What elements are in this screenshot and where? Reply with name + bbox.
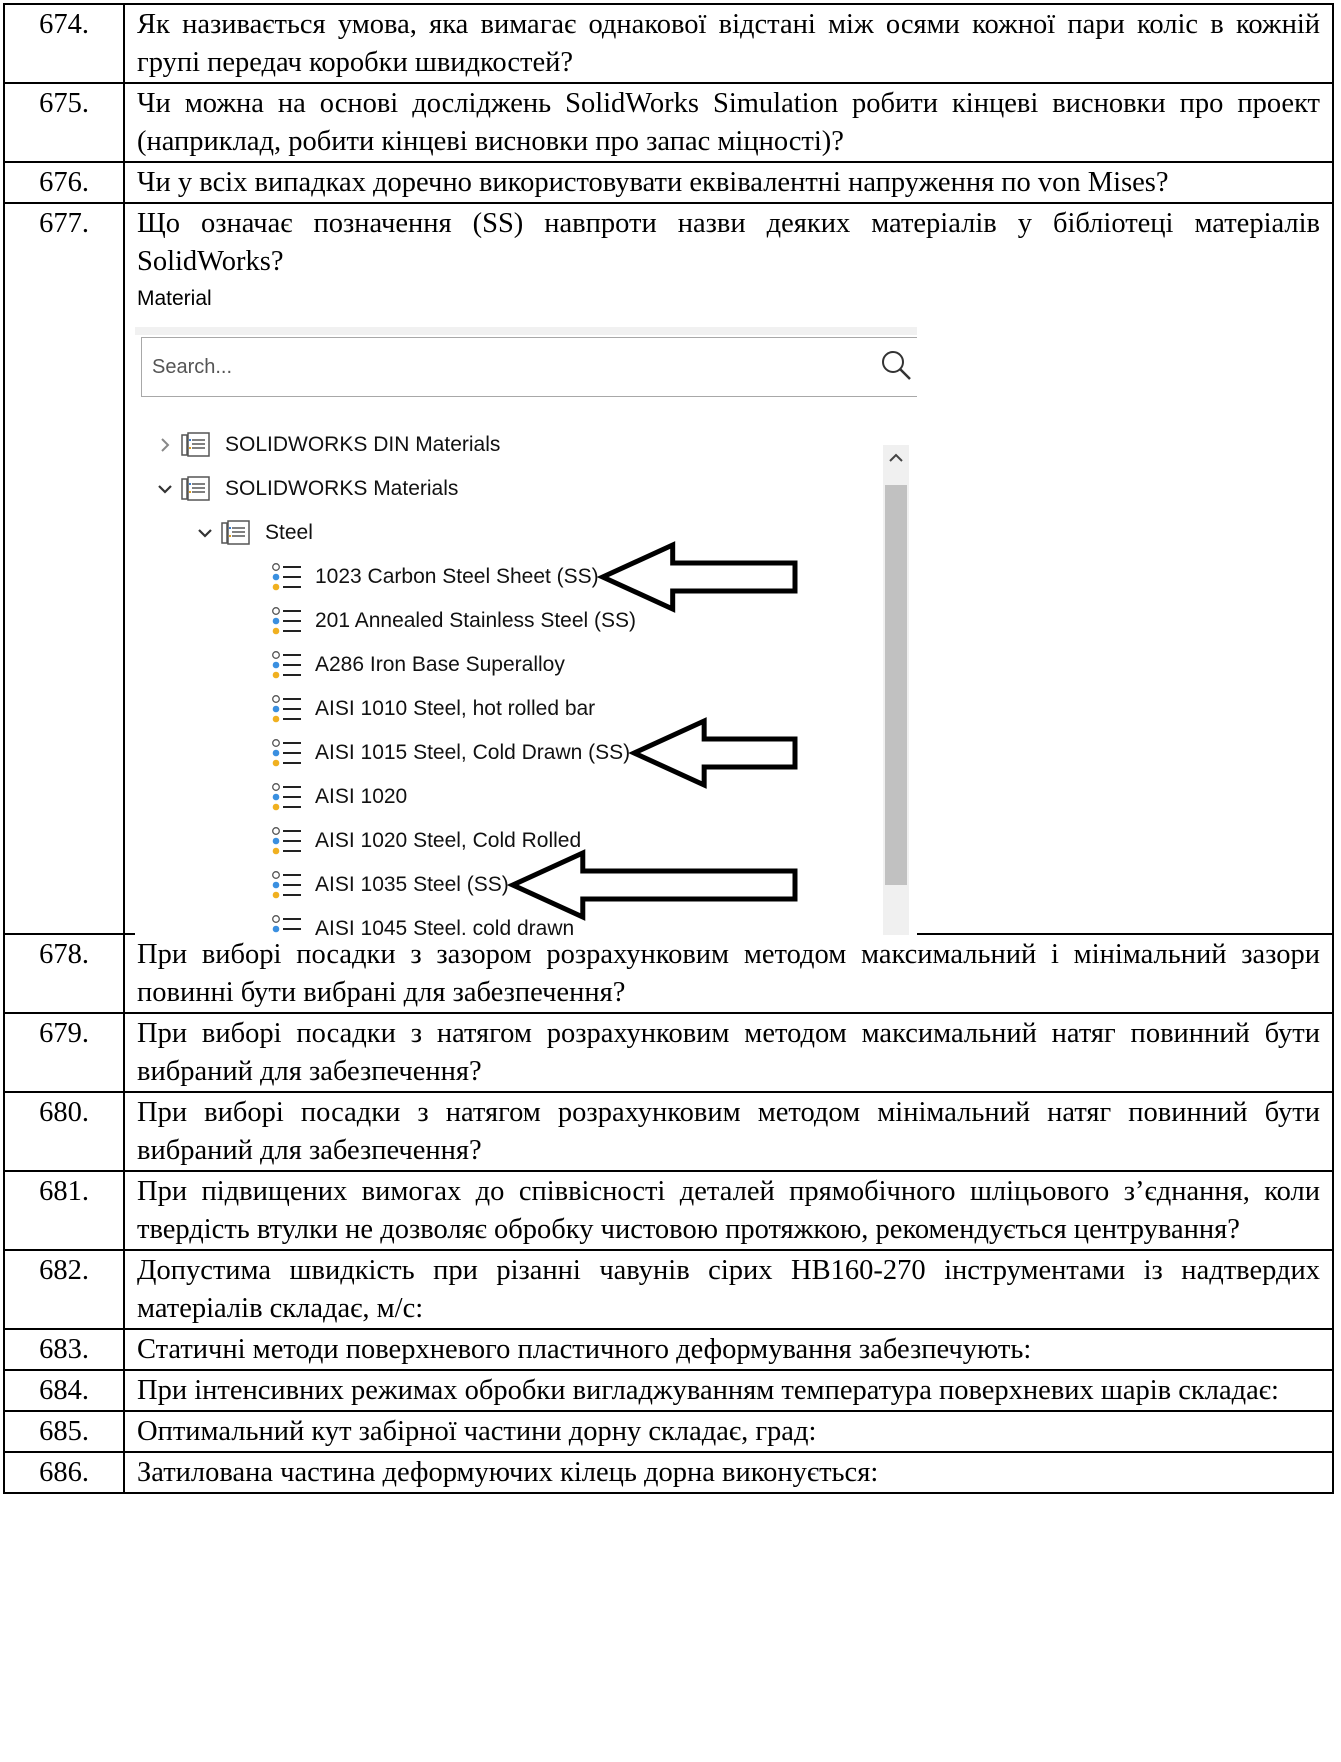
scrollbar-thumb[interactable] — [885, 485, 907, 885]
question-number: 681. — [3, 1170, 125, 1251]
tree-item-label: AISI 1020 — [315, 785, 408, 808]
question-number: 684. — [3, 1369, 125, 1412]
question-cell: Що означає позначення (SS) навпроти назв… — [123, 202, 1334, 935]
tree-item-label: Steel — [265, 521, 313, 544]
search-placeholder: Search... — [152, 356, 233, 378]
tree-item-label: AISI 1020 Steel, Cold Rolled — [315, 829, 582, 852]
chevron-down-icon[interactable] — [193, 526, 217, 540]
tree-item[interactable]: AISI 1045 Steel, cold drawn — [267, 909, 574, 935]
question-text: При інтенсивних режимах обробки вигладжу… — [123, 1369, 1334, 1412]
question-text: Чи можна на основі досліджень SolidWorks… — [123, 82, 1334, 163]
tree-item-label: AISI 1010 Steel, hot rolled bar — [315, 697, 596, 720]
table-row: 686. Затилована частина деформуючих кіле… — [3, 1451, 1334, 1494]
library-icon — [221, 518, 255, 548]
question-number: 686. — [3, 1451, 125, 1494]
material-label: Material — [137, 287, 212, 310]
question-text: При виборі посадки з натягом розрахунков… — [123, 1091, 1334, 1172]
questions-table: 674. Як називається умова, яка вимагає о… — [3, 3, 1334, 1494]
question-text: При виборі посадки з натягом розрахунков… — [123, 1012, 1334, 1093]
table-row: 680. При виборі посадки з натягом розрах… — [3, 1091, 1334, 1172]
tree-item-label: SOLIDWORKS DIN Materials — [225, 433, 501, 456]
table-row: 679. При виборі посадки з натягом розрах… — [3, 1012, 1334, 1093]
library-icon — [181, 430, 215, 460]
material-icon — [271, 826, 305, 856]
tree-item-label: AISI 1015 Steel, Cold Drawn (SS) — [315, 741, 631, 764]
table-row: 683. Статичні методи поверхневого пласти… — [3, 1328, 1334, 1371]
question-number: 675. — [3, 82, 125, 163]
table-row: 678. При виборі посадки з зазором розрах… — [3, 933, 1334, 1014]
material-icon — [271, 738, 305, 768]
tree-item[interactable]: AISI 1010 Steel, hot rolled bar — [267, 689, 595, 729]
annotation-arrow — [628, 717, 798, 789]
tree-item-label: A286 Iron Base Superalloy — [315, 653, 565, 676]
question-text: Оптимальний кут забірної частини дорну с… — [123, 1410, 1334, 1453]
table-row: 682. Допустима швидкість при різанні чав… — [3, 1249, 1334, 1330]
question-number: 682. — [3, 1249, 125, 1330]
panel-top-strip — [135, 327, 917, 335]
question-text: Допустима швидкість при різанні чавунів … — [123, 1249, 1334, 1330]
tree-item[interactable]: 201 Annealed Stainless Steel (SS) — [267, 601, 636, 641]
table-row: 675. Чи можна на основі досліджень Solid… — [3, 82, 1334, 163]
material-icon — [271, 650, 305, 680]
material-icon — [271, 606, 305, 636]
tree-item[interactable]: AISI 1020 — [267, 777, 407, 817]
chevron-right-icon[interactable] — [153, 437, 177, 453]
table-row: 677. Що означає позначення (SS) навпроти… — [3, 202, 1334, 935]
question-text: Затилована частина деформуючих кілець до… — [123, 1451, 1334, 1494]
question-text: Чи у всіх випадках доречно використовува… — [123, 161, 1334, 204]
tree-item-label: 1023 Carbon Steel Sheet (SS) — [315, 565, 599, 588]
table-row: 685. Оптимальний кут забірної частини до… — [3, 1410, 1334, 1453]
tree-item[interactable]: AISI 1035 Steel (SS) — [267, 865, 509, 905]
material-icon — [271, 782, 305, 812]
material-icon — [271, 870, 305, 900]
question-number: 679. — [3, 1012, 125, 1093]
tree-item[interactable]: Steel — [193, 513, 313, 553]
table-row: 674. Як називається умова, яка вимагає о… — [3, 3, 1334, 84]
tree-item-label: AISI 1035 Steel (SS) — [315, 873, 509, 896]
question-number: 678. — [3, 933, 125, 1014]
tree-item-label: SOLIDWORKS Materials — [225, 477, 459, 500]
question-number: 676. — [3, 161, 125, 204]
material-icon — [271, 914, 305, 935]
tree-item[interactable]: AISI 1015 Steel, Cold Drawn (SS) — [267, 733, 630, 773]
annotation-arrow — [596, 541, 798, 613]
tree-item[interactable]: SOLIDWORKS DIN Materials — [153, 425, 500, 465]
material-library-screenshot: Search... SOLIDWORKS DIN Materials SOLIDW… — [135, 327, 917, 935]
question-number: 685. — [3, 1410, 125, 1453]
chevron-down-icon[interactable] — [153, 482, 177, 496]
material-icon — [271, 694, 305, 724]
search-input[interactable]: Search... — [141, 337, 917, 397]
table-row: 681. При підвищених вимогах до співвісно… — [3, 1170, 1334, 1251]
question-number: 674. — [3, 3, 125, 84]
annotation-arrow — [506, 849, 798, 921]
question-text: Як називається умова, яка вимагає однако… — [123, 3, 1334, 84]
question-text: Статичні методи поверхневого пластичного… — [123, 1328, 1334, 1371]
search-icon[interactable] — [879, 348, 915, 384]
question-number: 680. — [3, 1091, 125, 1172]
tree-item[interactable]: SOLIDWORKS Materials — [153, 469, 458, 509]
tree-item-label: 201 Annealed Stainless Steel (SS) — [315, 609, 637, 632]
library-icon — [181, 474, 215, 504]
tree-item[interactable]: A286 Iron Base Superalloy — [267, 645, 565, 685]
table-row: 684. При інтенсивних режимах обробки виг… — [3, 1369, 1334, 1412]
tree-item[interactable]: AISI 1020 Steel, Cold Rolled — [267, 821, 581, 861]
question-text: При підвищених вимогах до співвісності д… — [123, 1170, 1334, 1251]
question-number: 683. — [3, 1328, 125, 1371]
question-text: При виборі посадки з зазором розрахунков… — [123, 933, 1334, 1014]
tree-item-label: AISI 1045 Steel, cold drawn — [315, 917, 575, 935]
question-number: 677. — [3, 202, 125, 935]
table-row: 676. Чи у всіх випадках доречно використ… — [3, 161, 1334, 204]
tree-item[interactable]: 1023 Carbon Steel Sheet (SS) — [267, 557, 599, 597]
material-icon — [271, 562, 305, 592]
question-text: Що означає позначення (SS) навпроти назв… — [137, 208, 1320, 277]
scroll-up-icon[interactable] — [887, 451, 905, 465]
